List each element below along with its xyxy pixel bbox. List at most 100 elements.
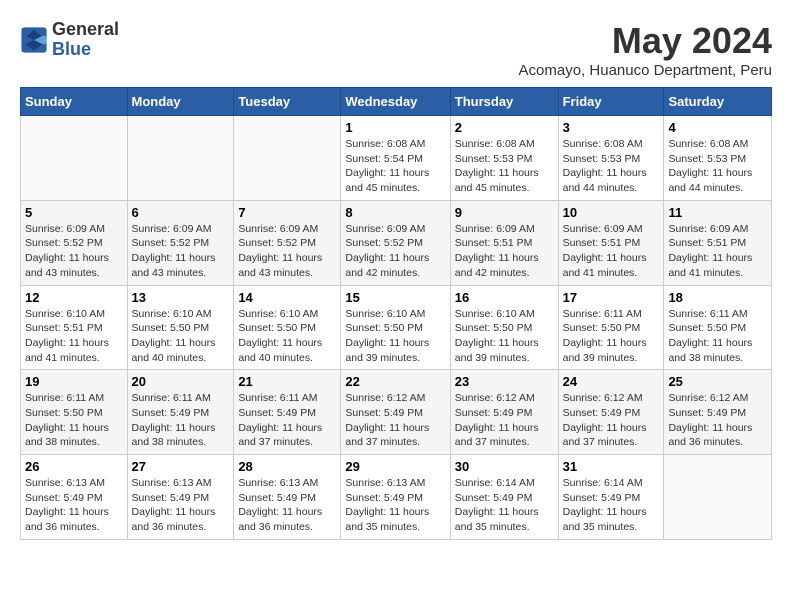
day-number: 24	[563, 374, 660, 389]
day-detail: Sunrise: 6:08 AM Sunset: 5:53 PM Dayligh…	[563, 137, 660, 196]
calendar-table: SundayMondayTuesdayWednesdayThursdayFrid…	[20, 87, 772, 540]
day-number: 5	[25, 205, 123, 220]
day-detail: Sunrise: 6:13 AM Sunset: 5:49 PM Dayligh…	[25, 476, 123, 535]
calendar-cell	[664, 455, 772, 540]
calendar-cell: 20 Sunrise: 6:11 AM Sunset: 5:49 PM Dayli…	[127, 370, 234, 455]
day-detail: Sunrise: 6:08 AM Sunset: 5:53 PM Dayligh…	[455, 137, 554, 196]
calendar-cell: 30Sunrise: 6:14 AM Sunset: 5:49 PM Dayli…	[450, 455, 558, 540]
day-detail: Sunrise: 6:09 AM Sunset: 5:51 PM Dayligh…	[668, 222, 767, 281]
day-detail: Sunrise: 6:13 AM Sunset: 5:49 PM Dayligh…	[238, 476, 336, 535]
day-detail: Sunrise: 6:11 AM Sunset: 5:49 PM Dayligh…	[238, 391, 336, 450]
day-number: 21	[238, 374, 336, 389]
calendar-cell: 11Sunrise: 6:09 AM Sunset: 5:51 PM Dayli…	[664, 200, 772, 285]
calendar-cell: 18Sunrise: 6:11 AM Sunset: 5:50 PM Dayli…	[664, 285, 772, 370]
location-subtitle: Acomayo, Huanuco Department, Peru	[519, 62, 772, 79]
calendar-cell: 16 Sunrise: 6:10 AM Sunset: 5:50 PM Dayli…	[450, 285, 558, 370]
calendar-cell: 22 Sunrise: 6:12 AM Sunset: 5:49 PM Dayli…	[341, 370, 450, 455]
day-detail: Sunrise: 6:11 AM Sunset: 5:50 PM Dayligh…	[563, 307, 660, 366]
day-number: 12	[25, 290, 123, 305]
day-number: 2	[455, 120, 554, 135]
calendar-cell: 3 Sunrise: 6:08 AM Sunset: 5:53 PM Daylig…	[558, 116, 664, 201]
day-number: 16	[455, 290, 554, 305]
day-number: 27	[132, 459, 230, 474]
calendar-cell: 8 Sunrise: 6:09 AM Sunset: 5:52 PM Daylig…	[341, 200, 450, 285]
calendar-cell: 19Sunrise: 6:11 AM Sunset: 5:50 PM Dayli…	[21, 370, 128, 455]
calendar-cell: 23 Sunrise: 6:12 AM Sunset: 5:49 PM Dayli…	[450, 370, 558, 455]
day-number: 30	[455, 459, 554, 474]
day-number: 26	[25, 459, 123, 474]
day-detail: Sunrise: 6:13 AM Sunset: 5:49 PM Dayligh…	[345, 476, 445, 535]
day-detail: Sunrise: 6:09 AM Sunset: 5:51 PM Dayligh…	[455, 222, 554, 281]
month-year-title: May 2024	[519, 20, 772, 62]
logo-blue-text: Blue	[52, 40, 119, 60]
calendar-cell: 28 Sunrise: 6:13 AM Sunset: 5:49 PM Dayli…	[234, 455, 341, 540]
day-detail: Sunrise: 6:10 AM Sunset: 5:50 PM Dayligh…	[455, 307, 554, 366]
day-number: 9	[455, 205, 554, 220]
day-detail: Sunrise: 6:12 AM Sunset: 5:49 PM Dayligh…	[345, 391, 445, 450]
day-detail: Sunrise: 6:09 AM Sunset: 5:52 PM Dayligh…	[345, 222, 445, 281]
calendar-cell: 12 Sunrise: 6:10 AM Sunset: 5:51 PM Dayli…	[21, 285, 128, 370]
col-header-thursday: Thursday	[450, 88, 558, 116]
day-detail: Sunrise: 6:10 AM Sunset: 5:51 PM Dayligh…	[25, 307, 123, 366]
day-number: 17	[563, 290, 660, 305]
logo: General Blue	[20, 20, 119, 60]
calendar-cell: 2 Sunrise: 6:08 AM Sunset: 5:53 PM Daylig…	[450, 116, 558, 201]
day-number: 22	[345, 374, 445, 389]
page-header: General Blue May 2024 Acomayo, Huanuco D…	[20, 20, 772, 79]
day-detail: Sunrise: 6:12 AM Sunset: 5:49 PM Dayligh…	[563, 391, 660, 450]
day-number: 1	[345, 120, 445, 135]
day-detail: Sunrise: 6:12 AM Sunset: 5:49 PM Dayligh…	[455, 391, 554, 450]
logo-general-text: General	[52, 20, 119, 40]
day-detail: Sunrise: 6:09 AM Sunset: 5:51 PM Dayligh…	[563, 222, 660, 281]
calendar-cell: 24 Sunrise: 6:12 AM Sunset: 5:49 PM Dayli…	[558, 370, 664, 455]
calendar-cell: 29Sunrise: 6:13 AM Sunset: 5:49 PM Dayli…	[341, 455, 450, 540]
day-number: 6	[132, 205, 230, 220]
calendar-cell: 17 Sunrise: 6:11 AM Sunset: 5:50 PM Dayli…	[558, 285, 664, 370]
title-block: May 2024 Acomayo, Huanuco Department, Pe…	[519, 20, 772, 79]
calendar-cell: 15Sunrise: 6:10 AM Sunset: 5:50 PM Dayli…	[341, 285, 450, 370]
day-number: 4	[668, 120, 767, 135]
calendar-cell	[127, 116, 234, 201]
calendar-header-row: SundayMondayTuesdayWednesdayThursdayFrid…	[21, 88, 772, 116]
col-header-friday: Friday	[558, 88, 664, 116]
calendar-cell: 1Sunrise: 6:08 AM Sunset: 5:54 PM Daylig…	[341, 116, 450, 201]
calendar-week-row: 19Sunrise: 6:11 AM Sunset: 5:50 PM Dayli…	[21, 370, 772, 455]
day-number: 28	[238, 459, 336, 474]
logo-text: General Blue	[52, 20, 119, 60]
day-number: 7	[238, 205, 336, 220]
calendar-cell	[234, 116, 341, 201]
calendar-cell: 13Sunrise: 6:10 AM Sunset: 5:50 PM Dayli…	[127, 285, 234, 370]
day-number: 3	[563, 120, 660, 135]
calendar-cell	[21, 116, 128, 201]
day-detail: Sunrise: 6:08 AM Sunset: 5:53 PM Dayligh…	[668, 137, 767, 196]
col-header-monday: Monday	[127, 88, 234, 116]
col-header-saturday: Saturday	[664, 88, 772, 116]
calendar-week-row: 5 Sunrise: 6:09 AM Sunset: 5:52 PM Daylig…	[21, 200, 772, 285]
day-number: 31	[563, 459, 660, 474]
calendar-cell: 21 Sunrise: 6:11 AM Sunset: 5:49 PM Dayli…	[234, 370, 341, 455]
day-detail: Sunrise: 6:14 AM Sunset: 5:49 PM Dayligh…	[563, 476, 660, 535]
day-number: 14	[238, 290, 336, 305]
day-detail: Sunrise: 6:12 AM Sunset: 5:49 PM Dayligh…	[668, 391, 767, 450]
day-detail: Sunrise: 6:10 AM Sunset: 5:50 PM Dayligh…	[345, 307, 445, 366]
day-detail: Sunrise: 6:11 AM Sunset: 5:49 PM Dayligh…	[132, 391, 230, 450]
calendar-cell: 4 Sunrise: 6:08 AM Sunset: 5:53 PM Daylig…	[664, 116, 772, 201]
col-header-tuesday: Tuesday	[234, 88, 341, 116]
calendar-cell: 14Sunrise: 6:10 AM Sunset: 5:50 PM Dayli…	[234, 285, 341, 370]
day-detail: Sunrise: 6:11 AM Sunset: 5:50 PM Dayligh…	[668, 307, 767, 366]
calendar-week-row: 12 Sunrise: 6:10 AM Sunset: 5:51 PM Dayli…	[21, 285, 772, 370]
calendar-cell: 9 Sunrise: 6:09 AM Sunset: 5:51 PM Daylig…	[450, 200, 558, 285]
calendar-cell: 7 Sunrise: 6:09 AM Sunset: 5:52 PM Daylig…	[234, 200, 341, 285]
day-number: 23	[455, 374, 554, 389]
calendar-week-row: 26 Sunrise: 6:13 AM Sunset: 5:49 PM Dayli…	[21, 455, 772, 540]
day-detail: Sunrise: 6:09 AM Sunset: 5:52 PM Dayligh…	[238, 222, 336, 281]
calendar-cell: 25Sunrise: 6:12 AM Sunset: 5:49 PM Dayli…	[664, 370, 772, 455]
day-detail: Sunrise: 6:10 AM Sunset: 5:50 PM Dayligh…	[132, 307, 230, 366]
day-number: 19	[25, 374, 123, 389]
day-number: 8	[345, 205, 445, 220]
calendar-cell: 31 Sunrise: 6:14 AM Sunset: 5:49 PM Dayli…	[558, 455, 664, 540]
calendar-cell: 5Sunrise: 6:09 AM Sunset: 5:52 PM Daylig…	[21, 200, 128, 285]
calendar-week-row: 1Sunrise: 6:08 AM Sunset: 5:54 PM Daylig…	[21, 116, 772, 201]
day-number: 20	[132, 374, 230, 389]
day-number: 10	[563, 205, 660, 220]
